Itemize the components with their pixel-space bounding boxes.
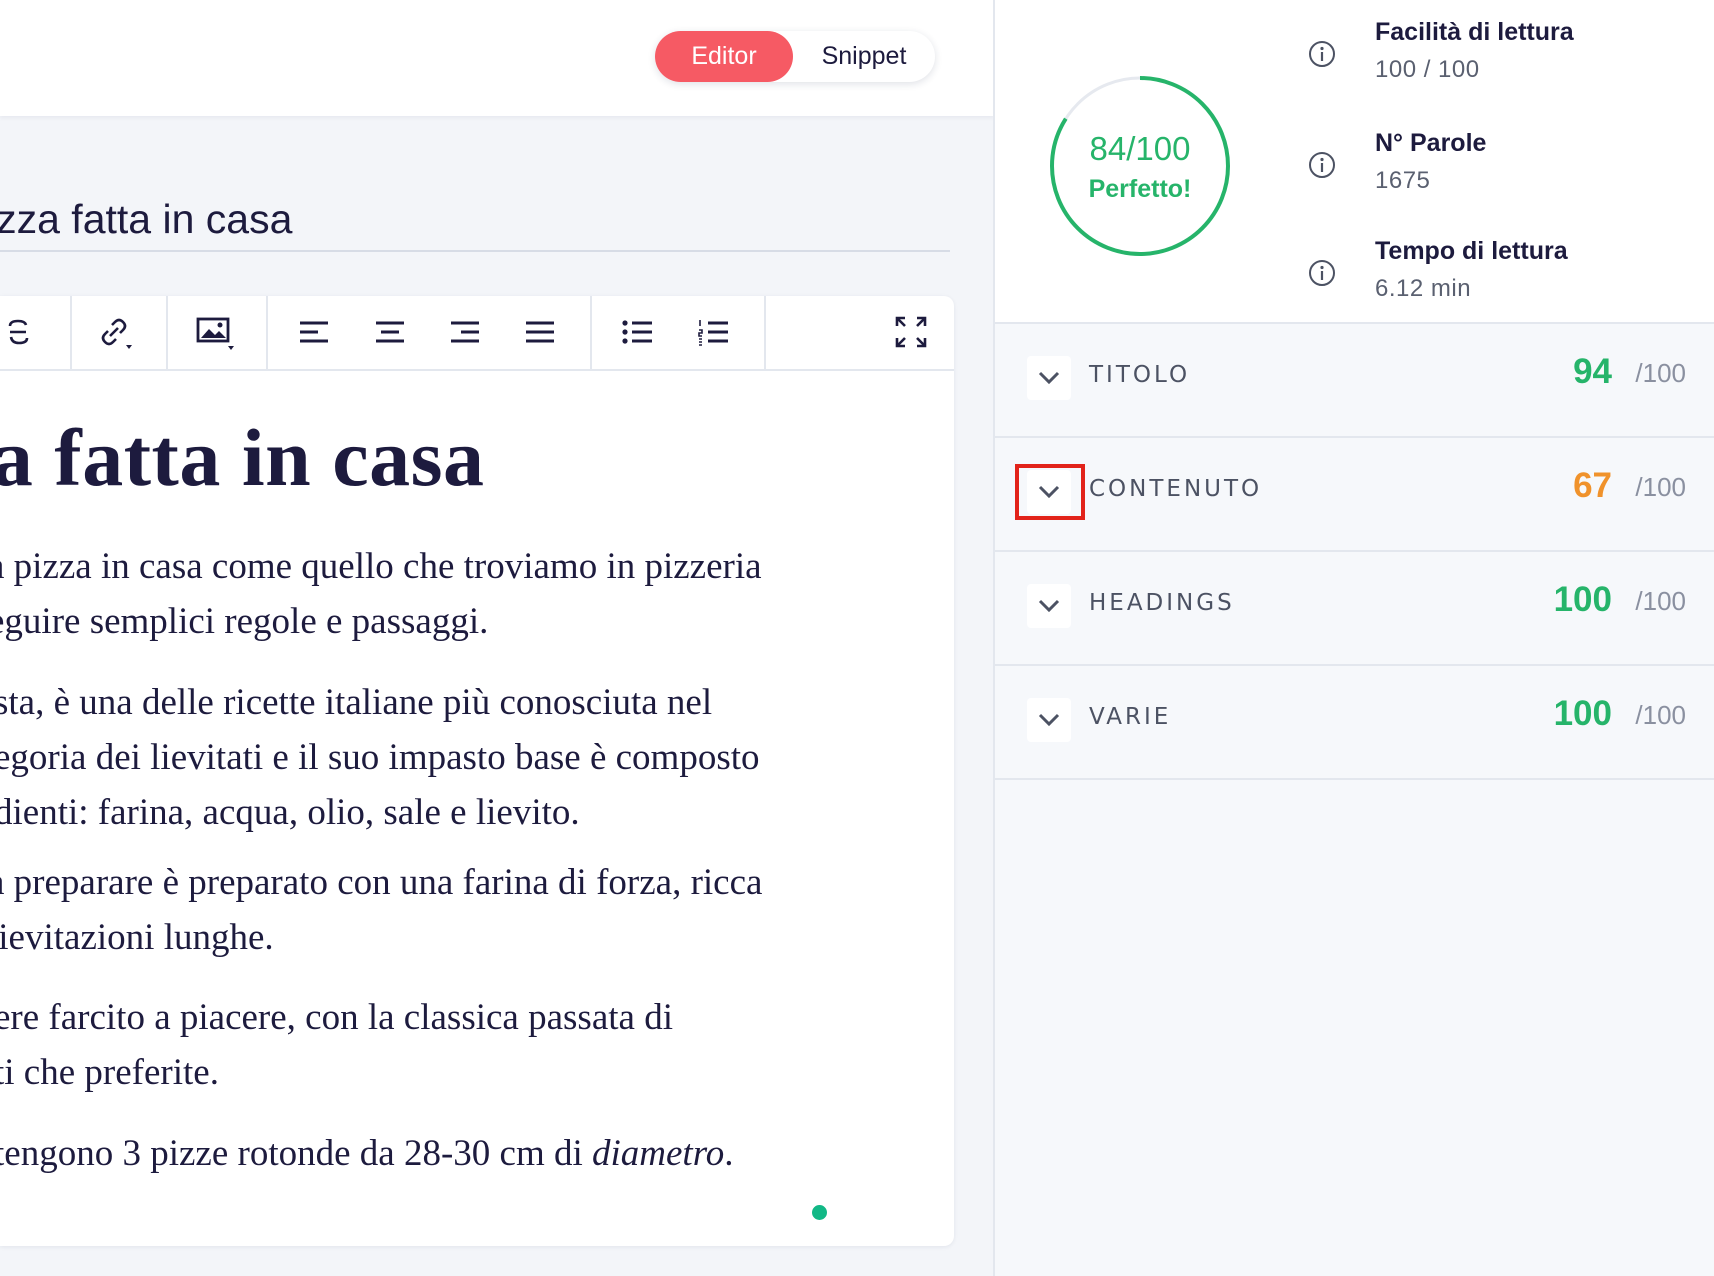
expand-toggle[interactable] bbox=[1027, 356, 1071, 400]
stat-label: N° Parole bbox=[1375, 129, 1487, 157]
section-titolo[interactable]: TITOLO 94 /100 bbox=[995, 324, 1714, 438]
score-summary: 84/100 Perfetto! Facilità di lettura 100… bbox=[995, 0, 1714, 324]
article-heading: za fatta in casa bbox=[0, 412, 485, 503]
section-headings[interactable]: HEADINGS 100 /100 bbox=[995, 552, 1714, 666]
paragraph-2: sta, è una delle ricette italiane più co… bbox=[0, 675, 760, 840]
align-justify-icon[interactable] bbox=[518, 310, 562, 354]
image-icon[interactable] bbox=[192, 310, 236, 354]
section-score-max: /100 bbox=[1635, 586, 1686, 616]
stat-reading-time: Tempo di lettura 6.12 min bbox=[995, 237, 1714, 327]
paragraph-tail: . bbox=[724, 1133, 734, 1174]
paragraph-line: tengono 3 pizze rotonde da 28-30 cm di d… bbox=[0, 1126, 733, 1181]
section-title: VARIE bbox=[1089, 704, 1172, 730]
paragraph-line: egoria dei lievitati e il suo impasto ba… bbox=[0, 737, 760, 778]
section-score-max: /100 bbox=[1635, 472, 1686, 502]
cursor-indicator-dot bbox=[812, 1205, 827, 1220]
paragraph-1: a pizza in casa come quello che troviamo… bbox=[0, 539, 762, 649]
paragraph-line: a preparare è preparato con una farina d… bbox=[0, 862, 763, 903]
stat-value: 100 / 100 bbox=[1375, 56, 1480, 83]
paragraph-line: eguire semplici regole e passaggi. bbox=[0, 601, 489, 642]
document-title-input[interactable]: izza fatta in casa bbox=[0, 196, 950, 252]
info-icon[interactable] bbox=[1308, 259, 1336, 287]
align-center-icon[interactable] bbox=[368, 310, 412, 354]
document-title-text: izza fatta in casa bbox=[0, 196, 293, 242]
paragraph-line: sta, è una delle ricette italiane più co… bbox=[0, 682, 713, 723]
snippet-tab-button[interactable]: Snippet bbox=[793, 31, 935, 82]
section-title: HEADINGS bbox=[1089, 590, 1235, 616]
editor-top-bar: Editor Snippet bbox=[0, 0, 994, 116]
paragraph-3: a preparare è preparato con una farina d… bbox=[0, 855, 762, 965]
section-title: TITOLO bbox=[1089, 362, 1191, 388]
stat-label: Tempo di lettura bbox=[1375, 237, 1568, 265]
stat-label: Facilità di lettura bbox=[1375, 18, 1574, 46]
editor-tab-button[interactable]: Editor bbox=[655, 31, 793, 82]
strikethrough-icon[interactable] bbox=[0, 310, 40, 354]
align-left-icon[interactable] bbox=[292, 310, 336, 354]
section-score: 100 bbox=[1553, 580, 1612, 619]
info-icon[interactable] bbox=[1308, 151, 1336, 179]
editor-content[interactable]: za fatta in casa a pizza in casa come qu… bbox=[0, 369, 954, 1246]
section-score: 100 bbox=[1553, 694, 1612, 733]
stat-readability: Facilità di lettura 100 / 100 bbox=[995, 18, 1714, 108]
paragraph-line: dienti: farina, acqua, olio, sale e liev… bbox=[0, 792, 580, 833]
paragraph-line: ere farcito a piacere, con la classica p… bbox=[0, 997, 673, 1038]
fullscreen-icon[interactable] bbox=[889, 310, 933, 354]
section-contenuto[interactable]: CONTENUTO 67 /100 bbox=[995, 438, 1714, 552]
section-varie[interactable]: VARIE 100 /100 bbox=[995, 666, 1714, 780]
paragraph-line: lievitazioni lunghe. bbox=[0, 917, 274, 958]
highlight-box bbox=[1015, 464, 1085, 520]
info-icon[interactable] bbox=[1308, 40, 1336, 68]
paragraph-line: a pizza in casa come quello che troviamo… bbox=[0, 546, 762, 587]
formatting-toolbar bbox=[0, 296, 954, 371]
paragraph-5: tengono 3 pizze rotonde da 28-30 cm di d… bbox=[0, 1126, 733, 1181]
editor-snippet-toggle: Editor Snippet bbox=[655, 31, 935, 82]
bullet-list-icon[interactable] bbox=[616, 310, 660, 354]
section-score-max: /100 bbox=[1635, 358, 1686, 388]
expand-toggle[interactable] bbox=[1027, 698, 1071, 742]
section-score: 67 bbox=[1573, 466, 1612, 505]
stat-value: 6.12 min bbox=[1375, 275, 1472, 302]
section-title: CONTENUTO bbox=[1089, 476, 1263, 502]
analysis-panel: 84/100 Perfetto! Facilità di lettura 100… bbox=[993, 0, 1714, 1276]
editor-area: Editor Snippet izza fatta in casa za fat… bbox=[0, 0, 994, 1276]
link-icon[interactable] bbox=[92, 310, 136, 354]
align-right-icon[interactable] bbox=[443, 310, 487, 354]
stat-word-count: N° Parole 1675 bbox=[995, 129, 1714, 219]
section-score: 94 bbox=[1573, 352, 1612, 391]
paragraph-text: tengono 3 pizze rotonde da 28-30 cm di bbox=[0, 1133, 592, 1174]
chevron-down-icon bbox=[1038, 371, 1060, 385]
paragraph-4: ere farcito a piacere, con la classica p… bbox=[0, 990, 673, 1100]
italic-text: diametro bbox=[592, 1133, 725, 1174]
chevron-down-icon bbox=[1038, 599, 1060, 613]
numbered-list-icon[interactable] bbox=[692, 310, 736, 354]
rich-text-editor: za fatta in casa a pizza in casa come qu… bbox=[0, 296, 954, 1246]
stat-value: 1675 bbox=[1375, 167, 1431, 194]
section-score-max: /100 bbox=[1635, 700, 1686, 730]
chevron-down-icon bbox=[1038, 713, 1060, 727]
paragraph-line: ti che preferite. bbox=[0, 1052, 219, 1093]
expand-toggle[interactable] bbox=[1027, 584, 1071, 628]
